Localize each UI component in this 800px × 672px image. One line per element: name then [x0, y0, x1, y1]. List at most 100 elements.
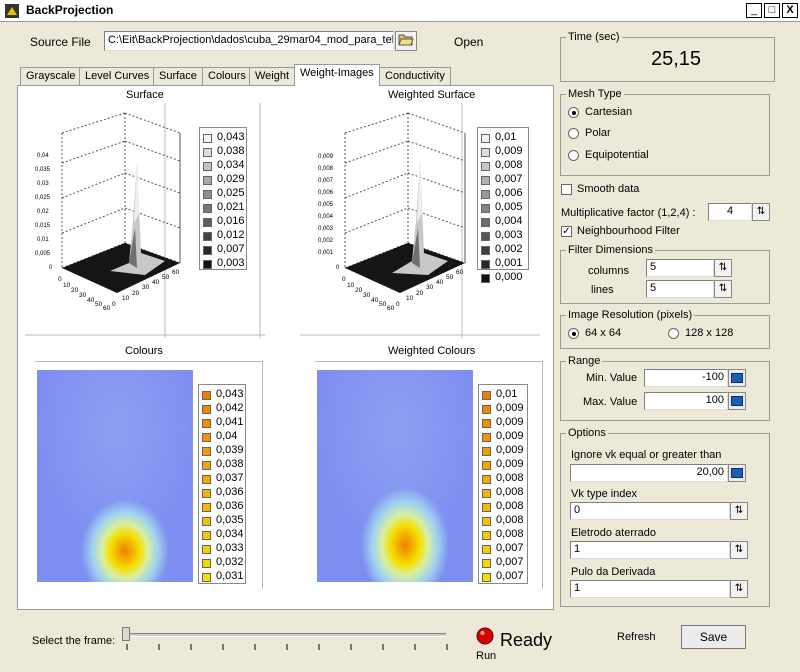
- max-value-input[interactable]: 100: [644, 392, 728, 410]
- tab-conductivity[interactable]: Conductivity: [379, 67, 451, 85]
- wsurface-xtick: 30: [363, 292, 371, 299]
- ignore-vk-calc-button[interactable]: [728, 464, 746, 482]
- resolution-64-radio[interactable]: [568, 328, 579, 339]
- legend-swatch: [203, 134, 212, 143]
- tab-weight-images[interactable]: Weight-Images: [294, 64, 380, 86]
- max-value-calc-button[interactable]: [728, 392, 746, 410]
- surface-ztick: 0,02: [37, 209, 49, 215]
- legend-swatch: [203, 204, 212, 213]
- tab-level-curves[interactable]: Level Curves: [79, 67, 156, 85]
- legend-swatch: [482, 489, 491, 498]
- legend-value: 0,008: [496, 514, 524, 526]
- legend-swatch: [481, 176, 490, 185]
- legend-value: 0,034: [216, 528, 244, 540]
- legend-value: 0,01: [496, 388, 518, 400]
- legend-swatch: [202, 433, 211, 442]
- legend-value: 0,007: [496, 556, 524, 568]
- legend-value: 0,01: [495, 131, 517, 143]
- frame-slider-thumb[interactable]: [122, 627, 130, 641]
- eletrodo-spinner[interactable]: ⇅: [730, 541, 748, 559]
- legend-value: 0,043: [217, 131, 245, 143]
- frame-slider-track[interactable]: [126, 633, 446, 637]
- save-button[interactable]: Save: [681, 625, 746, 649]
- wsurface-xtick: 60: [387, 305, 395, 312]
- wsurface-xtick: 10: [347, 282, 355, 289]
- close-button[interactable]: X: [782, 3, 798, 18]
- legend-swatch: [481, 218, 490, 227]
- vk-type-spinner[interactable]: ⇅: [730, 502, 748, 520]
- lines-input[interactable]: 5: [646, 280, 714, 298]
- legend-swatch: [202, 531, 211, 540]
- smooth-data-checkbox[interactable]: [561, 184, 572, 195]
- ignore-vk-input[interactable]: 20,00: [570, 464, 728, 482]
- pulo-spinner[interactable]: ⇅: [730, 580, 748, 598]
- tab-grayscale[interactable]: Grayscale: [20, 67, 82, 85]
- eletrodo-input[interactable]: 1: [570, 541, 730, 559]
- legend-value: 0,005: [495, 201, 523, 213]
- tab-colours[interactable]: Colours: [202, 67, 252, 85]
- legend-swatch: [482, 391, 491, 400]
- min-value-calc-button[interactable]: [728, 369, 746, 387]
- surface-ztick: 0,04: [37, 153, 49, 159]
- lines-spinner[interactable]: ⇅: [714, 280, 732, 298]
- legend-value: 0,001: [495, 257, 523, 269]
- refresh-label[interactable]: Refresh: [617, 631, 656, 643]
- resolution-128-radio[interactable]: [668, 328, 679, 339]
- max-value-label: Max. Value: [583, 396, 638, 408]
- multiplicative-input[interactable]: 4: [708, 203, 752, 221]
- surface-ytick: 30: [142, 284, 150, 291]
- wsurface-ytick: 0: [396, 301, 400, 308]
- legend-value: 0,029: [217, 173, 245, 185]
- pulo-input[interactable]: 1: [570, 580, 730, 598]
- source-file-input[interactable]: C:\Eit\BackProjection\dados\cuba_29mar04…: [104, 31, 394, 51]
- run-label: Run: [476, 650, 497, 662]
- tab-surface[interactable]: Surface: [153, 67, 203, 85]
- time-value: 25,15: [651, 48, 702, 70]
- open-label: Open: [454, 35, 484, 49]
- legend-swatch: [202, 391, 211, 400]
- surface-ztick: 0,005: [35, 251, 51, 257]
- mesh-equipotential-radio[interactable]: [568, 150, 579, 161]
- legend-swatch: [203, 218, 212, 227]
- legend-swatch: [203, 260, 212, 269]
- browse-button[interactable]: [395, 31, 417, 51]
- legend-value: 0,008: [495, 159, 523, 171]
- surface-ytick: 20: [132, 290, 140, 297]
- range-label: Range: [566, 355, 603, 367]
- legend-value: 0,008: [496, 486, 524, 498]
- legend-value: 0,036: [216, 486, 244, 498]
- window-title: BackProjection: [26, 3, 114, 17]
- neighbourhood-checkbox[interactable]: ✓: [561, 226, 572, 237]
- legend-value: 0,025: [217, 187, 245, 199]
- mesh-type-label: Mesh Type: [566, 88, 624, 100]
- legend-value: 0,033: [216, 542, 244, 554]
- legend-swatch: [203, 246, 212, 255]
- tab-weight[interactable]: Weight: [249, 67, 296, 85]
- wsurface-ytick: 30: [426, 284, 434, 291]
- vk-type-input[interactable]: 0: [570, 502, 730, 520]
- columns-spinner[interactable]: ⇅: [714, 259, 732, 277]
- legend-value: 0,008: [496, 500, 524, 512]
- legend-value: 0,004: [495, 215, 523, 227]
- spinner-arrows-icon: ⇅: [734, 544, 744, 555]
- title-bar: BackProjection _ □ X: [0, 0, 800, 22]
- mesh-cartesian-radio[interactable]: [568, 107, 579, 118]
- legend-swatch: [202, 489, 211, 498]
- calculator-icon: [731, 396, 743, 406]
- legend-value: 0,038: [216, 458, 244, 470]
- surface-ytick: 10: [122, 295, 130, 302]
- legend-swatch: [202, 559, 211, 568]
- legend-value: 0,035: [216, 514, 244, 526]
- min-value-input[interactable]: -100: [644, 369, 728, 387]
- legend-value: 0,009: [496, 458, 524, 470]
- multiplicative-spinner[interactable]: ⇅: [752, 203, 770, 221]
- mesh-polar-radio[interactable]: [568, 128, 579, 139]
- maximize-button[interactable]: □: [764, 3, 780, 18]
- legend-value: 0,006: [495, 187, 523, 199]
- legend-swatch: [203, 190, 212, 199]
- columns-input[interactable]: 5: [646, 259, 714, 277]
- minimize-button[interactable]: _: [746, 3, 762, 18]
- eletrodo-label: Eletrodo aterrado: [571, 527, 656, 539]
- legend-swatch: [203, 162, 212, 171]
- legend-swatch: [482, 433, 491, 442]
